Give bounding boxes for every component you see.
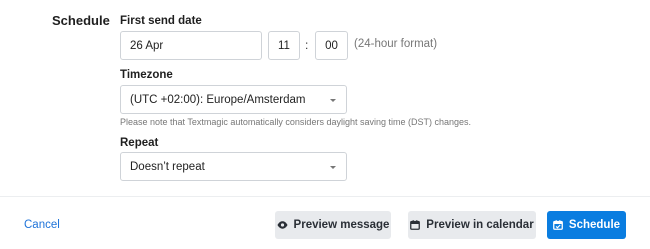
eye-icon	[277, 221, 288, 229]
repeat-select[interactable]: Doesn’t repeat	[120, 152, 347, 181]
timezone-label: Timezone	[120, 69, 173, 81]
date-value: 26 Apr	[130, 39, 164, 52]
chevron-down-icon	[330, 98, 336, 102]
time-separator: :	[305, 38, 309, 52]
hour-input[interactable]: 11	[268, 31, 300, 60]
time-format-hint: (24-hour format)	[354, 38, 438, 50]
repeat-selected-value: Doesn’t repeat	[130, 160, 205, 173]
calendar-check-icon	[553, 220, 563, 230]
chevron-down-icon	[330, 165, 336, 169]
date-input[interactable]: 26 Apr	[120, 31, 262, 60]
first-send-date-label: First send date	[120, 15, 202, 27]
footer-divider	[0, 196, 650, 197]
schedule-button-label: Schedule	[568, 219, 621, 231]
hour-value: 11	[278, 39, 290, 52]
repeat-label: Repeat	[120, 137, 159, 149]
schedule-section-label: Schedule	[52, 13, 110, 28]
preview-calendar-label: Preview in calendar	[426, 219, 534, 231]
preview-message-button[interactable]: Preview message	[275, 211, 391, 239]
preview-message-label: Preview message	[293, 219, 390, 231]
minute-input[interactable]: 00	[315, 31, 348, 60]
calendar-icon	[410, 220, 421, 230]
timezone-selected-value: (UTC +02:00): Europe/Amsterdam	[130, 93, 306, 106]
timezone-select[interactable]: (UTC +02:00): Europe/Amsterdam	[120, 85, 347, 114]
cancel-link[interactable]: Cancel	[24, 219, 60, 231]
schedule-button[interactable]: Schedule	[547, 211, 626, 239]
dst-note: Please note that Textmagic automatically…	[120, 117, 472, 127]
minute-value: 00	[325, 39, 338, 52]
preview-calendar-button[interactable]: Preview in calendar	[408, 211, 536, 239]
